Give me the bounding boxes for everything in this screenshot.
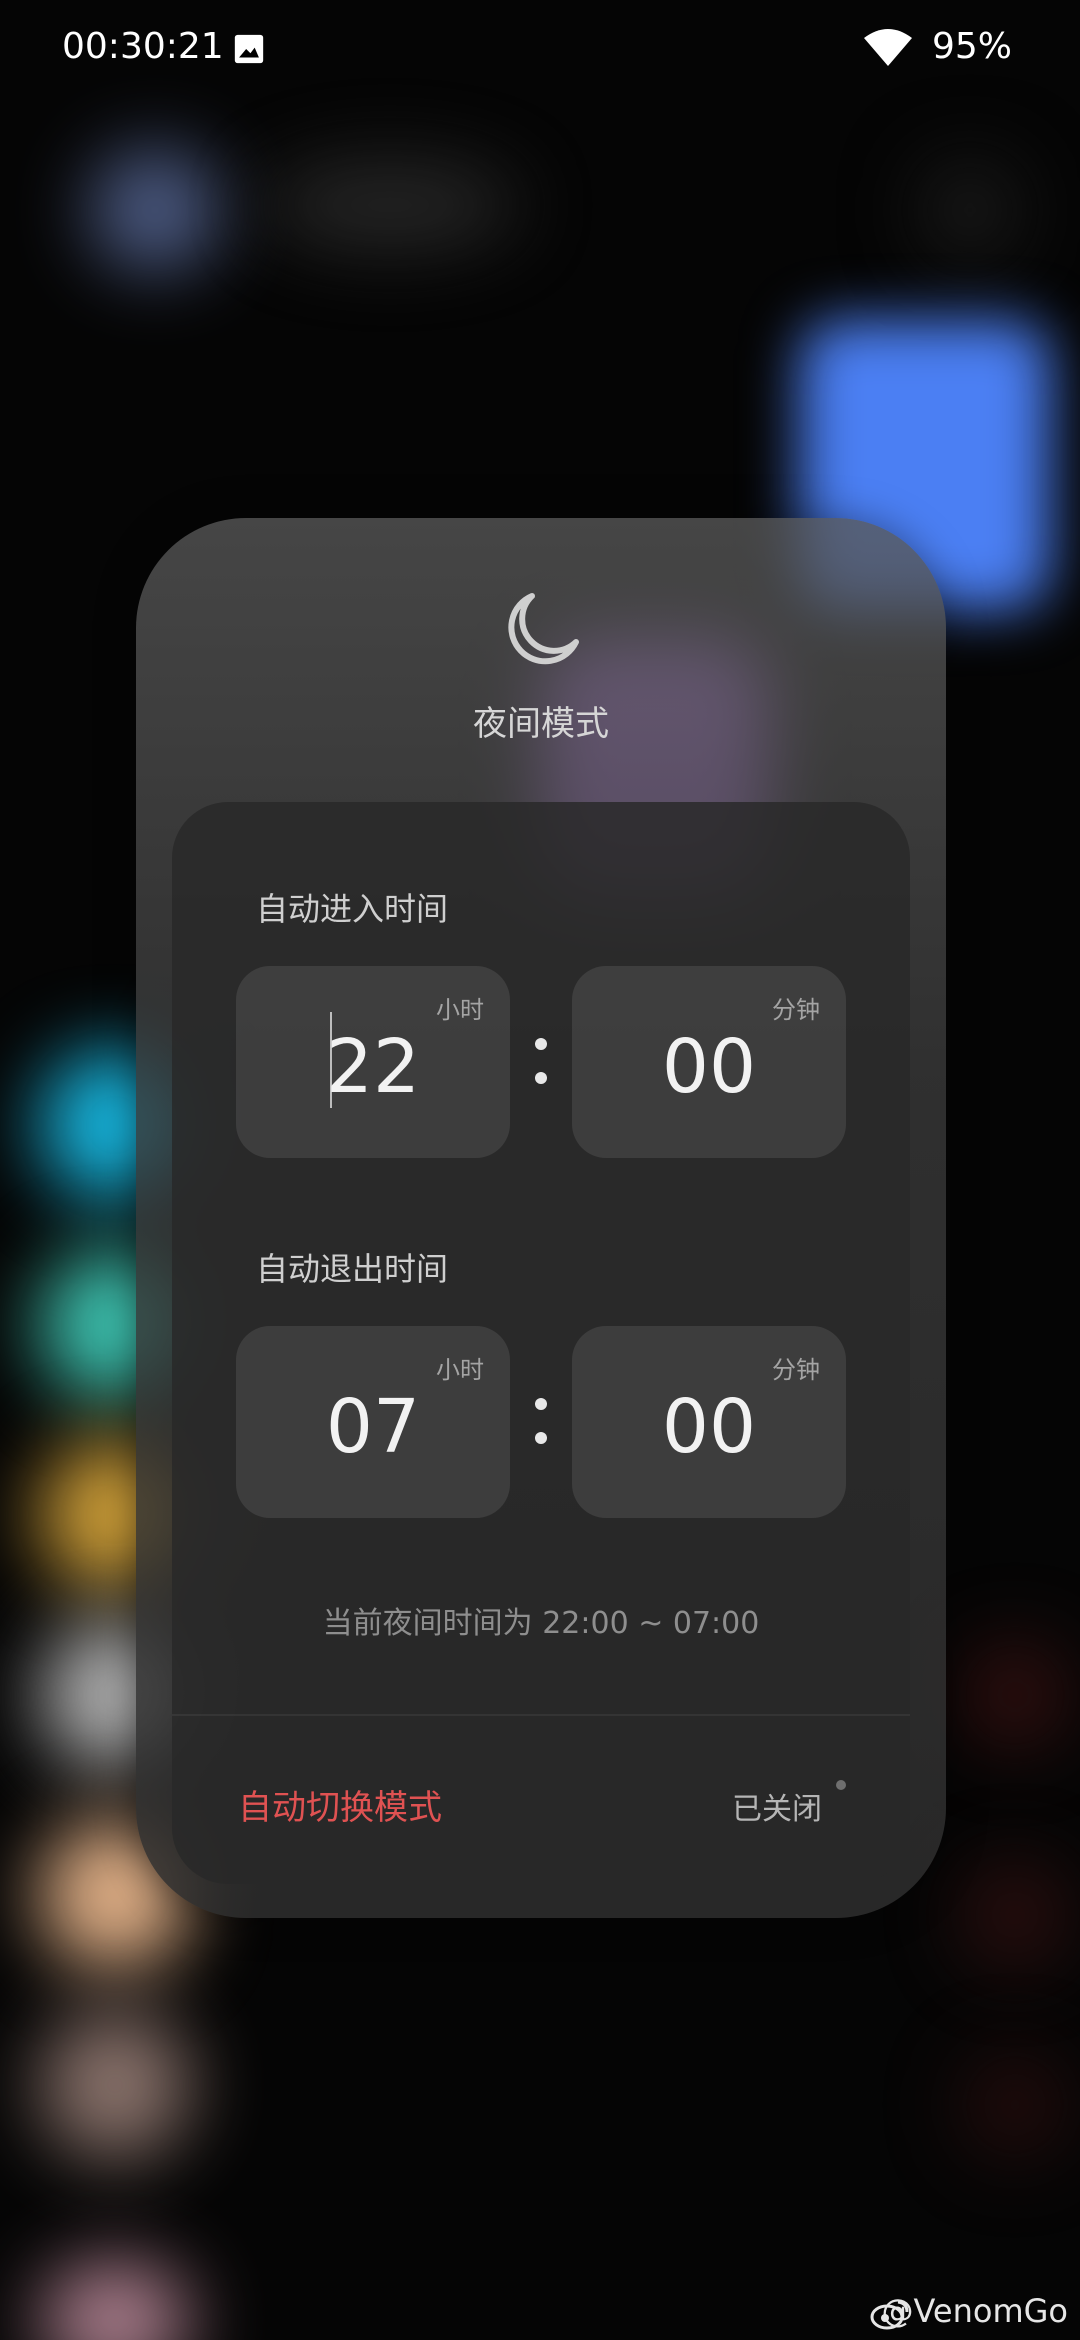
blurred-app-icon	[960, 1640, 1070, 1750]
enter-minute-value: 00	[661, 1024, 757, 1110]
exit-minute-value: 00	[661, 1384, 757, 1470]
hour-unit-label: 小时	[436, 1356, 484, 1384]
time-separator	[535, 1032, 547, 1092]
status-time: 00:30:21	[62, 26, 224, 67]
blurred-app-icon	[40, 2010, 190, 2160]
enter-hour-picker[interactable]: 小时 22	[236, 966, 510, 1158]
blurred-app-icon	[960, 1860, 1070, 1970]
exit-time-label: 自动退出时间	[256, 1250, 449, 1288]
enter-hour-value: 22	[325, 1024, 421, 1110]
enter-time-label: 自动进入时间	[256, 890, 449, 928]
dialog-title: 夜间模式	[473, 704, 609, 744]
exit-minute-picker[interactable]: 分钟 00	[572, 1326, 846, 1518]
enter-minute-picker[interactable]: 分钟 00	[572, 966, 846, 1158]
screen: 00:30:21 95% 夜间模式 自动进入时间 小时 22 分钟 00 自动退…	[0, 0, 1080, 2340]
watermark: @VenomGo	[881, 2292, 1069, 2330]
blurred-app-icon	[920, 160, 1020, 260]
exit-hour-picker[interactable]: 小时 07	[236, 1326, 510, 1518]
night-mode-dialog: 夜间模式 自动进入时间 小时 22 分钟 00 自动退出时间 小时 07 分钟 …	[136, 518, 946, 1918]
hour-unit-label: 小时	[436, 996, 484, 1024]
image-notification-icon	[234, 34, 264, 64]
minute-unit-label: 分钟	[772, 996, 820, 1024]
blurred-app-icon	[960, 2050, 1070, 2160]
status-bar: 00:30:21 95%	[0, 0, 1080, 100]
wifi-icon	[864, 29, 912, 66]
exit-hour-value: 07	[325, 1384, 421, 1470]
time-separator	[535, 1392, 547, 1452]
status-indicator-dot	[836, 1780, 846, 1790]
moon-icon	[508, 593, 579, 665]
night-time-summary: 当前夜间时间为 22:00 ~ 07:00	[322, 1606, 760, 1641]
auto-switch-status: 已关闭	[732, 1792, 822, 1827]
blurred-app-icon	[40, 2260, 190, 2340]
auto-switch-label[interactable]: 自动切换模式	[238, 1780, 442, 1829]
blurred-app-icon	[90, 150, 220, 270]
minute-unit-label: 分钟	[772, 1356, 820, 1384]
battery-level: 95%	[932, 26, 1013, 67]
blurred-app-label	[260, 160, 520, 250]
